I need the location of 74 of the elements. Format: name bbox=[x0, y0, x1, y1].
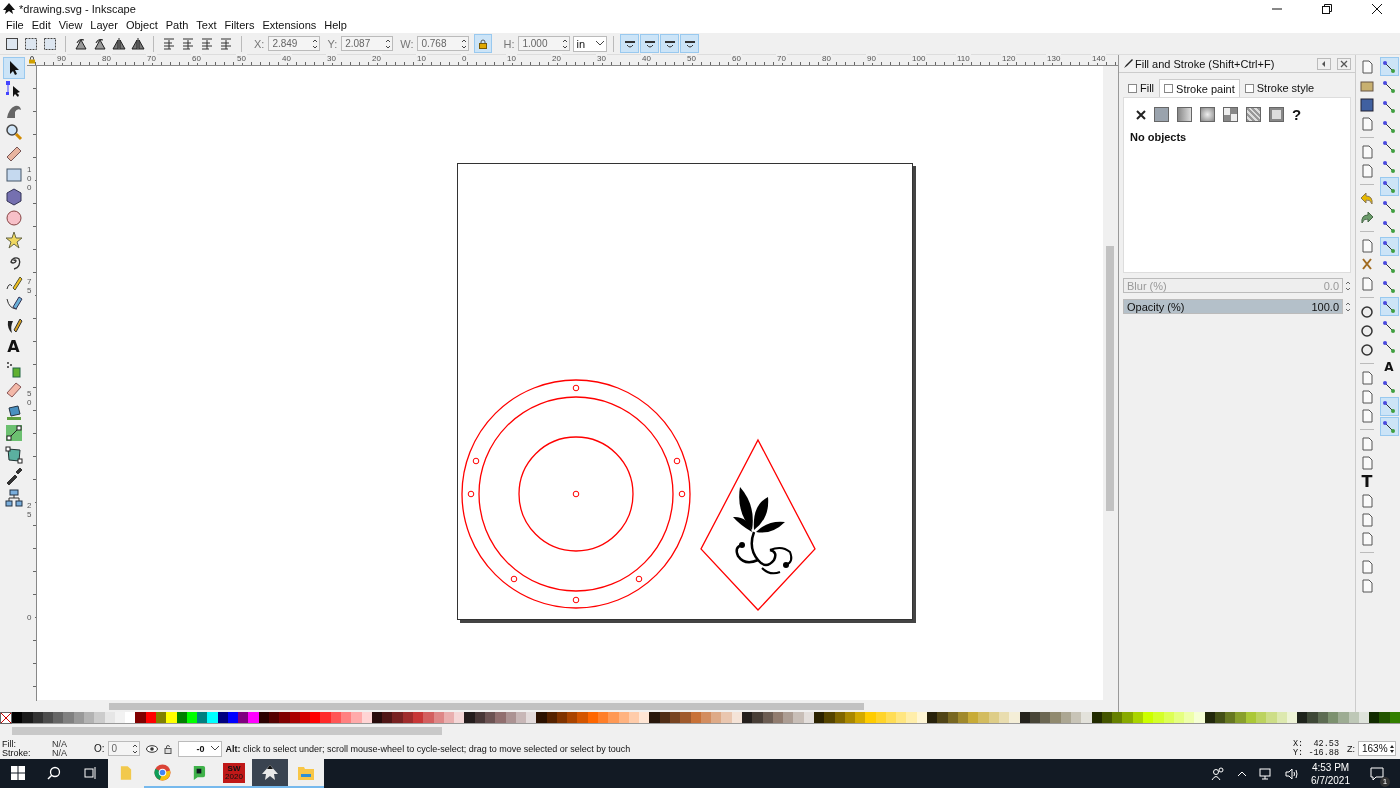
zoom-label: Z: bbox=[1347, 743, 1355, 754]
ruler-label: 90 bbox=[56, 54, 67, 63]
ruler-label: 120 bbox=[1001, 54, 1017, 63]
ruler-label: 25 bbox=[27, 502, 35, 520]
ruler-label: 40 bbox=[641, 54, 652, 63]
number-field[interactable]: 1.000 bbox=[518, 36, 571, 51]
number-field[interactable]: 2.087 bbox=[341, 36, 394, 51]
snap-text-toggle[interactable]: A bbox=[1379, 357, 1399, 376]
ruler-label: 60 bbox=[731, 54, 742, 63]
menu-item[interactable]: Text bbox=[192, 19, 221, 31]
text-tool[interactable]: A bbox=[2, 336, 25, 358]
ruler-label: 50 bbox=[27, 390, 35, 408]
menu-item[interactable]: Path bbox=[161, 19, 193, 31]
ruler-label: 10 bbox=[416, 54, 427, 63]
field-label: W: bbox=[400, 37, 414, 50]
menu-item[interactable]: Layer bbox=[86, 19, 122, 31]
ruler-label: 10 bbox=[506, 54, 517, 63]
clock[interactable]: 4:53 PM 6/7/2021 bbox=[1311, 760, 1350, 787]
unset-paint-button[interactable]: ? bbox=[1292, 106, 1302, 123]
field-label: Y: bbox=[327, 37, 338, 50]
menu-item[interactable]: Object bbox=[121, 19, 162, 31]
ruler-label: 20 bbox=[551, 54, 562, 63]
opacity-field[interactable]: 0 bbox=[107, 741, 140, 756]
y-coordinate: -16.88 bbox=[1307, 748, 1339, 758]
status-message: Alt: click to select under; scroll mouse-wheel to cycle-select; drag to move selected or select by touch bbox=[225, 743, 631, 754]
y-label: Y: bbox=[1293, 748, 1303, 758]
ruler-label: 100 bbox=[911, 54, 927, 63]
window-title: *drawing.svg - Inkscape bbox=[19, 2, 136, 15]
ruler-label: 90 bbox=[866, 54, 877, 63]
ruler-label: 20 bbox=[371, 54, 382, 63]
x-label: X: bbox=[1293, 739, 1303, 749]
layer-dropdown[interactable]: -0 bbox=[177, 740, 222, 757]
menu-item[interactable]: View bbox=[54, 19, 87, 31]
ruler-label: 50 bbox=[236, 54, 247, 63]
ruler-label: 110 bbox=[956, 54, 971, 63]
ruler-label: 80 bbox=[821, 54, 832, 63]
stroke-value: N/A bbox=[52, 748, 68, 758]
opacity-label: O: bbox=[94, 743, 105, 754]
ruler-label: 70 bbox=[146, 54, 157, 63]
stroke-label: Stroke: bbox=[2, 748, 32, 758]
fill-label: Fill: bbox=[2, 739, 17, 749]
ruler-label: 80 bbox=[101, 54, 112, 63]
panel-title: Fill and Stroke (Shift+Ctrl+F) bbox=[1135, 57, 1275, 70]
ruler-label: 0 bbox=[461, 54, 468, 63]
ruler-label: 75 bbox=[27, 278, 35, 296]
menu-item[interactable]: File bbox=[2, 19, 28, 31]
number-field[interactable]: 0.768 bbox=[417, 36, 470, 51]
menu-item[interactable]: Extensions bbox=[258, 19, 321, 31]
field-label: H: bbox=[503, 37, 515, 50]
fill-value: N/A bbox=[52, 739, 68, 749]
number-field[interactable]: 2.849 bbox=[268, 36, 321, 51]
ruler-label: 130 bbox=[1046, 54, 1062, 63]
unit-dropdown[interactable]: in bbox=[573, 35, 608, 52]
ruler-label: 0 bbox=[27, 614, 35, 623]
menu-item[interactable]: Help bbox=[320, 19, 351, 31]
ruler-label: 40 bbox=[281, 54, 292, 63]
menu-item[interactable]: Edit bbox=[27, 19, 55, 31]
panel-tab[interactable]: Stroke paint bbox=[1159, 79, 1240, 97]
x-coordinate: 42.53 bbox=[1312, 739, 1339, 749]
ruler-label: 60 bbox=[191, 54, 202, 63]
panel-tab[interactable]: Fill bbox=[1123, 79, 1160, 97]
ruler-label: 30 bbox=[596, 54, 607, 63]
notification-count: 1 bbox=[1380, 776, 1390, 787]
ruler-label: 100 bbox=[27, 166, 35, 193]
panel-tab[interactable]: Stroke style bbox=[1239, 79, 1320, 97]
text-button[interactable]: T bbox=[1357, 472, 1377, 491]
menu-item[interactable]: Filters bbox=[220, 19, 259, 31]
ruler-label: 140 bbox=[1091, 54, 1107, 63]
ruler-label: 70 bbox=[776, 54, 787, 63]
field-label: X: bbox=[254, 37, 265, 50]
zoom-field[interactable]: 163% bbox=[1358, 741, 1396, 756]
status-message: No objects bbox=[1130, 131, 1188, 143]
ruler-label: 30 bbox=[326, 54, 337, 63]
ruler-label: 50 bbox=[686, 54, 697, 63]
